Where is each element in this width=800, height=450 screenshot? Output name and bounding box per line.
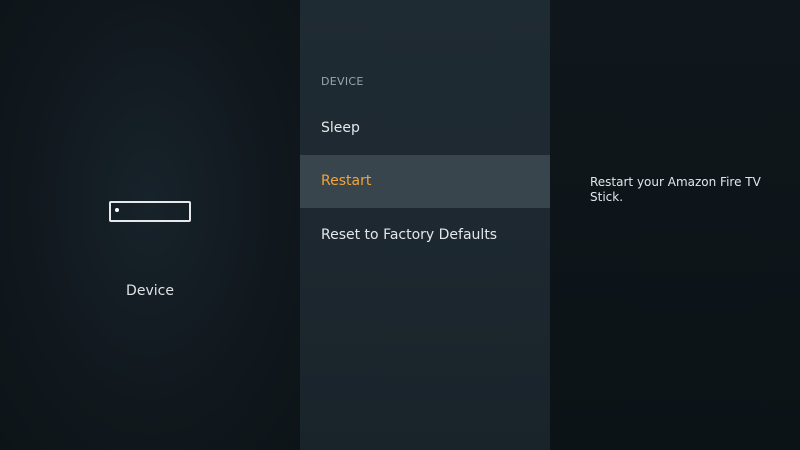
settings-screen: Device DEVICE Sleep Restart Reset to Fac… [0,0,800,450]
device-menu: DEVICE Sleep Restart Reset to Factory De… [300,0,550,450]
category-label: Device [126,283,174,299]
menu-item-reset-factory-defaults[interactable]: Reset to Factory Defaults [300,209,550,262]
menu-item-restart[interactable]: Restart [300,155,550,208]
category-panel: Device [0,0,300,450]
fire-tv-stick-icon [109,201,191,222]
device-led-dot [115,208,119,212]
menu-item-sleep[interactable]: Sleep [300,102,550,155]
option-description: Restart your Amazon Fire TV Stick. [590,175,761,204]
menu-heading: DEVICE [321,75,364,88]
description-panel: Restart your Amazon Fire TV Stick. [550,0,800,450]
